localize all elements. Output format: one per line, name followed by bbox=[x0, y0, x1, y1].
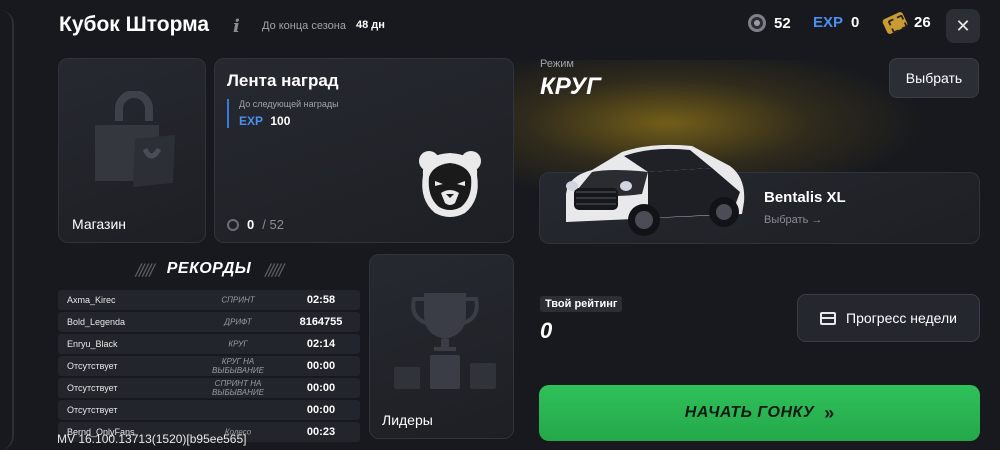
shopping-bag-icon bbox=[95, 91, 175, 187]
next-reward-label: До следующей награды bbox=[239, 99, 339, 109]
leaders-card[interactable]: Лидеры bbox=[369, 254, 514, 439]
car-name: Bentalis XL bbox=[764, 189, 846, 206]
exp-count: 0 bbox=[851, 14, 860, 31]
start-race-label: НАЧАТЬ ГОНКУ bbox=[684, 404, 815, 421]
records-title: РЕКОРДЫ bbox=[166, 260, 252, 277]
record-player: Отсутствует bbox=[67, 405, 118, 415]
bear-emblem-icon bbox=[419, 151, 481, 217]
record-row[interactable]: Axma_Kirec СПРИНТ 02:58 bbox=[58, 290, 360, 310]
record-mode: СПРИНТ bbox=[221, 295, 255, 305]
progress-current: 0 bbox=[247, 217, 255, 232]
version-string: MV 16.100.13713(1520)[b95ee565] bbox=[57, 432, 247, 446]
ticket-icon bbox=[881, 10, 909, 35]
record-value: 00:00 bbox=[306, 404, 336, 416]
rating-value: 0 bbox=[540, 318, 553, 343]
double-chevron-right-icon: » bbox=[824, 402, 835, 423]
trophy-icon bbox=[394, 293, 496, 389]
record-row[interactable]: Отсутствует КРУГ НА ВЫБЫВАНИЕ 00:00 bbox=[58, 356, 360, 376]
screen-edge bbox=[0, 10, 14, 450]
record-mode: КРУГ bbox=[228, 339, 248, 349]
choose-car-link[interactable]: Выбрать → bbox=[764, 214, 822, 226]
rewards-feed-card[interactable]: Лента наград До следующей награды EXP 10… bbox=[214, 58, 514, 243]
mode-value: КРУГ bbox=[540, 73, 601, 100]
record-mode: СПРИНТ НА ВЫБЫВАНИЕ bbox=[212, 379, 264, 397]
record-row[interactable]: Bold_Legenda ДРИФТ 8164755 bbox=[58, 312, 360, 332]
stripes-decor-right: ///// bbox=[265, 259, 284, 279]
next-reward-value: EXP 100 bbox=[239, 114, 339, 128]
record-row[interactable]: Enryu_Black КРУГ 02:14 bbox=[58, 334, 360, 354]
record-mode: ДРИФТ bbox=[224, 317, 252, 327]
rewards-progress: 0 / 52 bbox=[227, 217, 284, 232]
record-value: 00:23 bbox=[306, 426, 336, 438]
wheels-count: 52 bbox=[774, 14, 791, 32]
shop-card[interactable]: Магазин bbox=[58, 58, 206, 243]
record-value: 02:14 bbox=[306, 338, 336, 350]
record-player: Отсутствует bbox=[67, 361, 118, 371]
close-button[interactable]: ✕ bbox=[946, 9, 980, 43]
records-header: ///// РЕКОРДЫ ///// bbox=[58, 258, 360, 280]
record-row[interactable]: Отсутствует СПРИНТ НА ВЫБЫВАНИЕ 00:00 bbox=[58, 378, 360, 398]
record-player: Enryu_Black bbox=[67, 339, 118, 349]
exp-label: EXP bbox=[813, 14, 844, 31]
record-value: 00:00 bbox=[306, 360, 336, 372]
season-remaining-label: До конца сезона bbox=[262, 20, 346, 32]
next-reward-exp-label: EXP bbox=[239, 114, 264, 128]
leaders-label: Лидеры bbox=[382, 412, 433, 428]
progress-ring-icon bbox=[227, 218, 239, 231]
mode-label: Режим bbox=[540, 58, 574, 70]
record-player: Axma_Kirec bbox=[67, 295, 116, 305]
season-remaining-value: 48 дн bbox=[356, 19, 385, 31]
rewards-title: Лента наград bbox=[227, 71, 339, 90]
gift-box-icon bbox=[820, 311, 837, 325]
start-race-button[interactable]: НАЧАТЬ ГОНКУ » bbox=[539, 385, 980, 441]
progress-total: / 52 bbox=[262, 217, 284, 232]
next-reward-box: До следующей награды EXP 100 bbox=[227, 99, 339, 128]
next-reward-exp-value: 100 bbox=[270, 114, 291, 128]
record-row[interactable]: Отсутствует 00:00 bbox=[58, 400, 360, 420]
exp-currency: EXP 0 bbox=[813, 14, 859, 31]
week-progress-label: Прогресс недели bbox=[846, 310, 957, 326]
tickets-currency: 26 bbox=[881, 10, 931, 35]
record-value: 02:58 bbox=[306, 294, 336, 306]
tickets-count: 26 bbox=[914, 14, 931, 31]
info-icon[interactable]: i bbox=[233, 16, 240, 37]
rating-label: Твой рейтинг bbox=[540, 296, 623, 312]
record-player: Bold_Legenda bbox=[67, 317, 126, 327]
record-mode: КРУГ НА ВЫБЫВАНИЕ bbox=[212, 357, 264, 375]
week-progress-button[interactable]: Прогресс недели bbox=[797, 294, 980, 342]
close-icon: ✕ bbox=[955, 15, 971, 36]
car-image bbox=[566, 144, 745, 236]
record-value: 8164755 bbox=[299, 316, 343, 328]
record-value: 00:00 bbox=[306, 382, 336, 394]
record-player: Отсутствует bbox=[67, 383, 118, 393]
shop-label: Магазин bbox=[72, 216, 127, 232]
wheels-currency: 52 bbox=[748, 14, 791, 32]
stripes-decor-left: ///// bbox=[135, 259, 155, 279]
wheel-icon bbox=[748, 14, 766, 32]
page-title: Кубок Шторма bbox=[59, 13, 210, 36]
choose-mode-button[interactable]: Выбрать bbox=[889, 58, 979, 98]
